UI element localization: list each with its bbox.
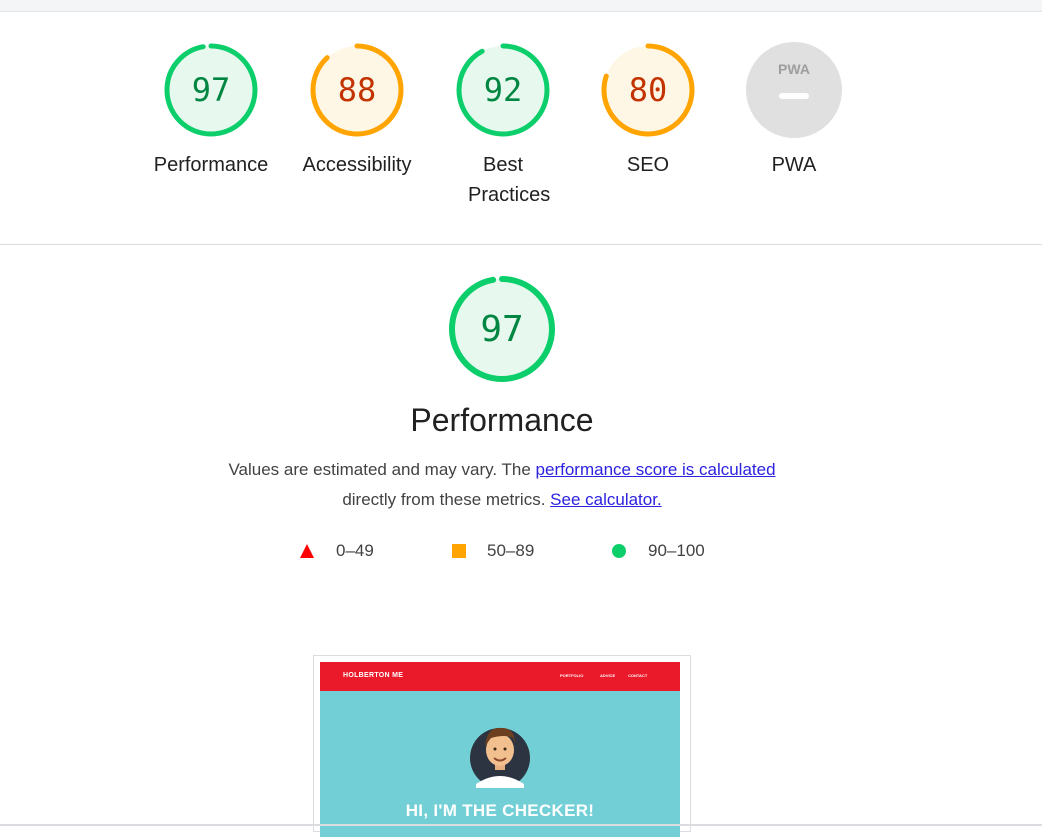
score-legend: 0–49 50–89 90–100 <box>0 541 1042 561</box>
screenshot-brand: HOLBERTON ME <box>343 672 404 679</box>
legend-range-average: 50–89 <box>487 541 535 560</box>
screenshot-navbar: HOLBERTON ME PORTFOLIO ADVICE CONTACT <box>320 662 680 691</box>
final-screenshot-thumbnail[interactable]: HOLBERTON ME PORTFOLIO ADVICE CONTACT HI… <box>313 655 691 837</box>
gauge-seo-ring: 80 <box>601 43 695 137</box>
triangle-icon <box>300 544 314 558</box>
gauge-best-practices-label: Best Practices <box>468 154 551 206</box>
performance-section: 97 Performance Values are estimated and … <box>0 245 1042 837</box>
performance-main-gauge: 97 <box>449 276 555 382</box>
square-icon <box>452 544 466 558</box>
score-gauges-row: 97 Performance 88 Accessibility 92 Best … <box>0 12 1042 244</box>
avatar-icon <box>470 727 530 788</box>
pwa-icon: PWA <box>746 42 842 138</box>
gauge-seo-score: 80 <box>629 71 668 109</box>
top-toolbar-strip <box>0 0 1042 12</box>
gauge-accessibility-label: Accessibility <box>302 154 412 176</box>
description-prefix: Values are estimated and may vary. The <box>228 460 531 479</box>
pwa-badge-text: PWA <box>778 61 810 77</box>
gauge-pwa[interactable]: PWA PWA <box>729 42 859 180</box>
performance-title: Performance <box>410 402 594 438</box>
gauge-performance-score: 97 <box>192 71 231 109</box>
screenshot-nav-link: ADVICE <box>600 673 616 678</box>
gauge-performance-label: Performance <box>153 154 269 176</box>
screenshot-heading: HI, I'M THE CHECKER! <box>405 801 595 820</box>
gauge-pwa-label: PWA <box>771 154 817 176</box>
performance-score-link[interactable]: performance score is calculated <box>536 460 776 479</box>
gauge-performance-ring: 97 <box>164 43 258 137</box>
performance-main-score: 97 <box>480 309 523 350</box>
gauge-best-practices-score: 92 <box>484 71 523 109</box>
gauge-accessibility-score: 88 <box>338 71 377 109</box>
description-middle: directly from these metrics. <box>342 490 546 509</box>
performance-description: Values are estimated and may vary. The p… <box>196 455 808 515</box>
gauge-performance[interactable]: 97 Performance <box>146 42 276 180</box>
circle-icon <box>612 544 626 558</box>
gauge-accessibility[interactable]: 88 Accessibility <box>292 42 422 180</box>
gauge-best-practices-ring: 92 <box>456 43 550 137</box>
gauge-accessibility-ring: 88 <box>310 43 404 137</box>
see-calculator-link[interactable]: See calculator. <box>550 490 662 509</box>
screenshot-nav-link: PORTFOLIO <box>560 673 584 678</box>
screenshot-nav-link: CONTACT <box>628 673 648 678</box>
legend-range-pass: 90–100 <box>648 541 705 560</box>
gauge-seo-label: SEO <box>626 154 670 176</box>
gauge-seo[interactable]: 80 SEO <box>583 42 713 180</box>
legend-range-fail: 0–49 <box>336 541 374 560</box>
screenshot-page: HOLBERTON ME PORTFOLIO ADVICE CONTACT HI… <box>320 662 680 837</box>
gauge-best-practices[interactable]: 92 Best Practices <box>438 42 568 210</box>
